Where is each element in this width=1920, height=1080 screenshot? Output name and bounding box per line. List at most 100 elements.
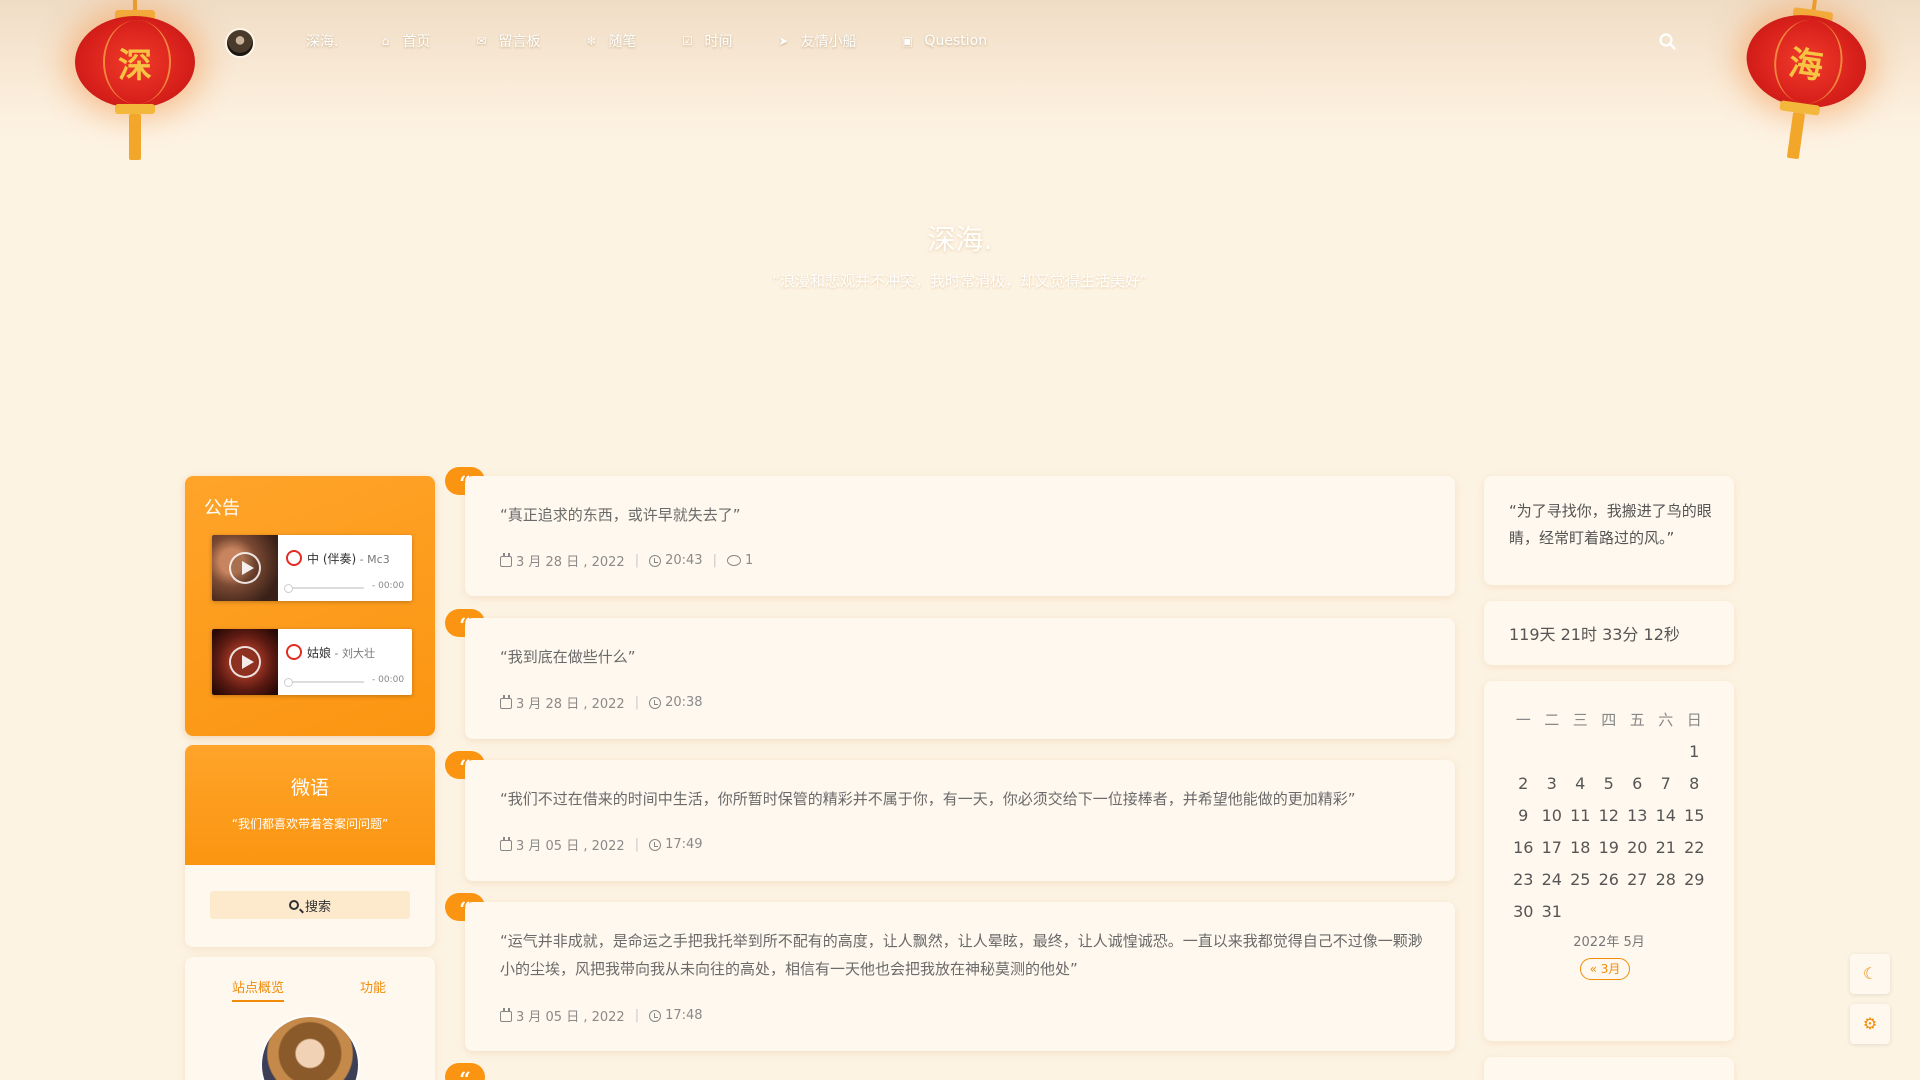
- quote-icon: “: [445, 1063, 485, 1080]
- brand-label: 深海.: [306, 34, 339, 50]
- calendar-day: 13: [1627, 805, 1648, 825]
- nav-label: 随笔: [608, 34, 637, 50]
- song-artist: - 刘大壮: [331, 647, 375, 660]
- song-artist: - Mc3: [356, 553, 390, 566]
- song-name: 姑娘: [307, 646, 332, 660]
- calendar-day: 9: [1518, 805, 1529, 825]
- gear-icon[interactable]: ⚙: [1850, 1004, 1890, 1044]
- weekday-label: 二: [1544, 710, 1560, 729]
- tab-site-overview[interactable]: 站点概览: [232, 977, 285, 1002]
- envelope-icon: ✉: [476, 34, 487, 48]
- calendar-week: 2 3 4 5 6 7 8: [1509, 767, 1709, 799]
- post-card[interactable]: “我到底在做些什么” 3 月 28 日 , 2022 | 20:38: [465, 618, 1455, 739]
- calendar-weekdays: 一 二 三 四 五 六 日: [1509, 703, 1709, 735]
- progress-bar[interactable]: [284, 584, 364, 593]
- calendar-day: 23: [1513, 869, 1534, 889]
- calendar-icon: [500, 553, 512, 567]
- calendar-day: 28: [1655, 869, 1676, 889]
- netease-icon: [286, 550, 302, 566]
- calendar-day: 30: [1513, 901, 1534, 921]
- weekday-label: 日: [1686, 710, 1702, 729]
- hero-title: 深海.: [927, 223, 993, 256]
- paper-plane-icon: ➤: [778, 34, 789, 48]
- post-text: “我们不过在借来的时间中生活，你所暂时保管的精彩并不属于你，有一天，你必须交给下…: [500, 790, 1356, 808]
- calendar-day: 2: [1518, 773, 1529, 793]
- tab-features[interactable]: 功能: [360, 977, 386, 996]
- side-quote: “为了寻找你，我搬进了鸟的眼睛，经常盯着路过的风。”: [1509, 502, 1712, 547]
- post-comments[interactable]: 1: [745, 553, 753, 568]
- calendar-day: 21: [1655, 837, 1676, 857]
- calendar-caption: 2022年 5月: [1573, 935, 1645, 950]
- music-player[interactable]: 姑娘 - 刘大壮 - 00:00: [212, 629, 412, 695]
- calendar-day: 6: [1632, 773, 1643, 793]
- post-date: 3 月 05 日 , 2022: [516, 1010, 625, 1025]
- nav-label: 时间: [704, 34, 733, 50]
- calendar-day: 20: [1627, 837, 1648, 857]
- moon-icon[interactable]: ☾: [1850, 954, 1890, 994]
- nav-item-timeline[interactable]: ☑ 时间: [680, 31, 732, 51]
- post-card[interactable]: “真正追求的东西，或许早就失去了” 3 月 28 日 , 2022 | 20:4…: [465, 476, 1455, 596]
- post-text: “我到底在做些什么”: [500, 648, 636, 666]
- weekday-label: 五: [1629, 710, 1645, 729]
- progress-bar[interactable]: [284, 678, 364, 687]
- calendar-day: 11: [1570, 805, 1591, 825]
- search-icon[interactable]: [1658, 32, 1678, 52]
- calendar-prev-month[interactable]: « 3月: [1580, 958, 1630, 980]
- nav-label: 友情小船: [800, 34, 857, 50]
- calendar-day: 7: [1660, 773, 1671, 793]
- clock-icon: [649, 838, 662, 851]
- clock-icon: [649, 554, 662, 567]
- calendar-day: 17: [1541, 837, 1562, 857]
- comment-icon[interactable]: [726, 555, 741, 566]
- calendar-week: 23 24 25 26 27 28 29: [1509, 863, 1709, 895]
- calendar-week: 30 31: [1509, 895, 1709, 927]
- play-time: - 00:00: [372, 675, 405, 685]
- calendar-day: 4: [1575, 773, 1586, 793]
- search-button[interactable]: 搜索: [210, 891, 410, 919]
- calendar-day: 18: [1570, 837, 1591, 857]
- weekday-label: 三: [1572, 710, 1588, 729]
- notice-card: 公告 中 (伴奏) - Mc3 - 00:00 姑娘 - 刘大壮 - 00:00: [185, 476, 435, 736]
- play-icon[interactable]: [229, 646, 261, 678]
- post-meta: 3 月 28 日 , 2022 | 20:43 | 1: [500, 551, 753, 570]
- post-date: 3 月 05 日 , 2022: [516, 839, 625, 854]
- calendar-day: 26: [1598, 869, 1619, 889]
- weekday-label: 一: [1515, 710, 1531, 729]
- post-text: “真正追求的东西，或许早就失去了”: [500, 506, 741, 524]
- weekday-label: 四: [1601, 710, 1617, 729]
- calendar-day: 27: [1627, 869, 1648, 889]
- sidebar-card: [1484, 1057, 1734, 1080]
- calendar-card: 一 二 三 四 五 六 日 1 2 3 4 5 6 7 8 9 10 11 12…: [1484, 681, 1734, 1041]
- post-date: 3 月 28 日 , 2022: [516, 697, 625, 712]
- nav-brand[interactable]: 深海.: [306, 31, 338, 51]
- calendar-day: 29: [1684, 869, 1705, 889]
- weiyu-title: 微语: [290, 777, 329, 799]
- calendar-day: 3: [1546, 773, 1557, 793]
- calendar-day: 25: [1570, 869, 1591, 889]
- weiyu-card: 微语 “我们都喜欢带着答案问问题” 搜索: [185, 745, 435, 947]
- post-meta: 3 月 28 日 , 2022 | 20:38: [500, 693, 703, 712]
- post-card[interactable]: “运气并非成就，是命运之手把我托举到所不配有的高度，让人飘然，让人晕眩，最终，让…: [465, 902, 1455, 1051]
- post-card[interactable]: “我们不过在借来的时间中生活，你所暂时保管的精彩并不属于你，有一天，你必须交给下…: [465, 760, 1455, 881]
- post-time: 20:38: [665, 695, 703, 710]
- nav-item-friends[interactable]: ➤ 友情小船: [776, 31, 856, 51]
- post-meta: 3 月 05 日 , 2022 | 17:48: [500, 1006, 703, 1025]
- post-meta: 3 月 05 日 , 2022 | 17:49: [500, 835, 703, 854]
- play-icon[interactable]: [229, 552, 261, 584]
- nav-item-question[interactable]: ▣ Question: [900, 33, 987, 49]
- calendar-day: 1: [1689, 741, 1700, 761]
- calendar-icon: [500, 837, 512, 851]
- quote-card: “为了寻找你，我搬进了鸟的眼睛，经常盯着路过的风。”: [1484, 476, 1734, 585]
- music-player[interactable]: 中 (伴奏) - Mc3 - 00:00: [212, 535, 412, 601]
- nav-avatar[interactable]: [225, 28, 255, 58]
- calendar-week: 16 17 18 19 20 21 22: [1509, 831, 1709, 863]
- clock-icon: [649, 1009, 662, 1022]
- nav-item-home[interactable]: ⌂ 首页: [378, 31, 431, 51]
- song-title: 中 (伴奏) - Mc3: [307, 550, 407, 567]
- calendar-icon: [500, 1008, 512, 1022]
- nav-item-guestbook[interactable]: ✉ 留言板: [474, 31, 540, 51]
- nav-item-essays[interactable]: ❄ 随笔: [584, 31, 636, 51]
- calendar-day: 5: [1603, 773, 1614, 793]
- home-icon: ⌂: [381, 34, 390, 48]
- calendar-day: 16: [1513, 837, 1534, 857]
